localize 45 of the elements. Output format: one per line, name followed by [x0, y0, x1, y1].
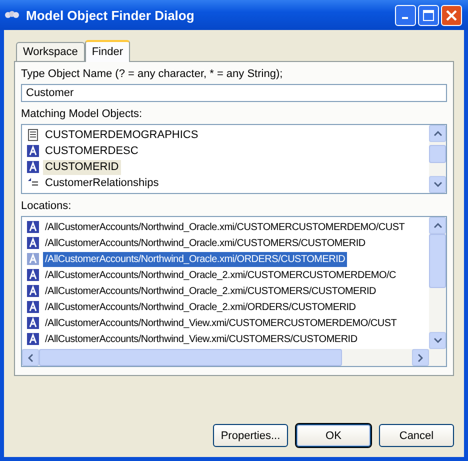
location-item[interactable]: /AllCustomerAccounts/Northwind_View.xmi/CUSTOMERS/CUSTOMERID: [43, 332, 360, 346]
dialog-button[interactable]: OK: [296, 424, 371, 447]
object-item[interactable]: CUSTOMERDESC: [43, 144, 140, 158]
close-icon: [446, 10, 457, 20]
objects-label: Matching Model Objects:: [21, 107, 144, 121]
table-icon: [27, 129, 39, 141]
location-item[interactable]: /AllCustomerAccounts/Northwind_Oracle.xmi/CUSTOMERS/CUSTOMERID: [43, 236, 368, 250]
object-item[interactable]: CUSTOMERDEMOGRAPHICS: [43, 128, 200, 142]
letter-a-icon: [27, 221, 39, 233]
app-icon: [4, 9, 20, 21]
scroll-thumb[interactable]: [429, 145, 446, 163]
letter-a-icon: [27, 333, 39, 345]
letter-a-icon: [27, 237, 39, 249]
object-item[interactable]: CustomerRelationships: [43, 176, 161, 190]
location-item[interactable]: /AllCustomerAccounts/Northwind_Oracle_2.xmi/CUSTOMERCUSTOMERDEMO/C: [43, 268, 398, 282]
window-title: Model Object Finder Dialog: [26, 8, 196, 22]
location-item[interactable]: /AllCustomerAccounts/Northwind_Oracle_2.xmi/CUSTOMERS/CUSTOMERID: [43, 284, 378, 298]
location-item[interactable]: /AllCustomerAccounts/Northwind_Oracle.xmi/ORDERS/CUSTOMERID: [43, 252, 348, 266]
name-field[interactable]: Customer: [21, 84, 447, 102]
minimize-button[interactable]: [395, 4, 416, 26]
letter-a-icon: [27, 269, 39, 281]
dialog-button[interactable]: Properties...: [213, 424, 288, 447]
location-item[interactable]: /AllCustomerAccounts/Northwind_Oracle.xmi/CUSTOMERCUSTOMERDEMO/CUST: [43, 220, 407, 234]
horizontal-scrollbar[interactable]: [22, 349, 446, 366]
vertical-scrollbar[interactable]: [429, 217, 446, 349]
object-item[interactable]: CUSTOMERID: [43, 160, 121, 174]
maximize-icon: [423, 10, 434, 20]
letter-a-icon: [27, 161, 39, 173]
tab[interactable]: Finder: [84, 40, 130, 62]
location-item[interactable]: /AllCustomerAccounts/Northwind_Oracle_2.xmi/ORDERS/CUSTOMERID: [43, 300, 358, 314]
maximize-button[interactable]: [418, 4, 439, 26]
letter-a-icon: [27, 285, 39, 297]
letter-a-icon: [27, 317, 39, 329]
close-button[interactable]: [441, 4, 462, 26]
letter-a-icon: [27, 253, 39, 265]
vertical-scrollbar[interactable]: [429, 125, 446, 193]
letter-a-icon: [27, 301, 39, 313]
letter-a-icon: [27, 145, 39, 157]
scroll-thumb[interactable]: [39, 349, 342, 366]
locations-label: Locations:: [21, 199, 72, 213]
location-item[interactable]: /AllCustomerAccounts/Northwind_View.xmi/CUSTOMERCUSTOMERDEMO/CUST: [43, 316, 399, 330]
name-label: Type Object Name (? = any character, * = any String);: [21, 67, 284, 81]
tab[interactable]: Workspace: [16, 42, 85, 61]
scroll-thumb[interactable]: [429, 234, 446, 288]
dialog-button[interactable]: Cancel: [379, 424, 454, 447]
